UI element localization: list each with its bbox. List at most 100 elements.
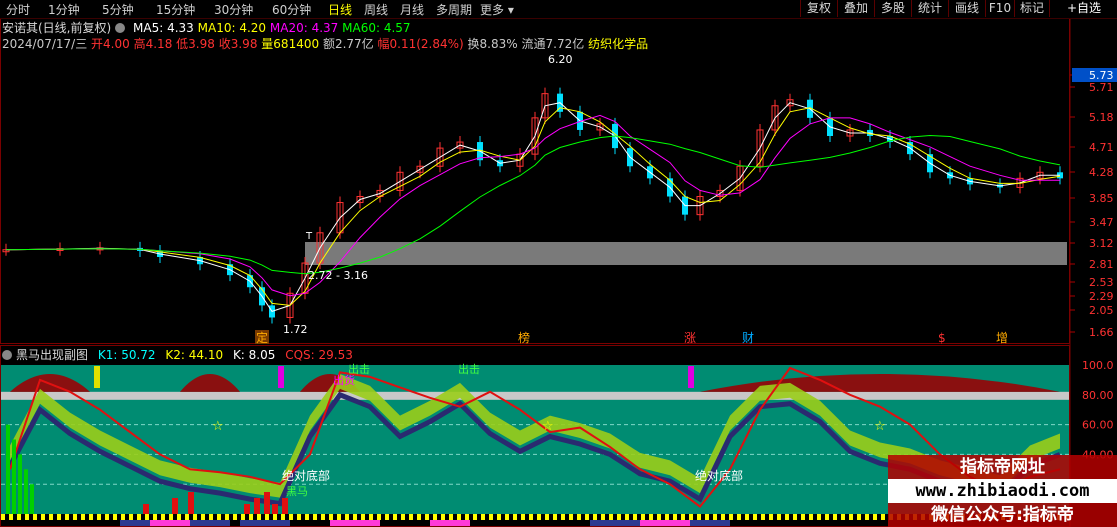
bottom-strip-cell bbox=[625, 514, 629, 520]
bottom-strip-cell bbox=[849, 514, 853, 520]
bottom-strip-cell bbox=[545, 514, 549, 520]
bottom-strip-cell bbox=[329, 514, 333, 520]
bottom-strip-cell bbox=[489, 514, 493, 520]
gear-icon[interactable] bbox=[115, 23, 126, 33]
multi-stock-button[interactable]: 多股 bbox=[874, 0, 911, 17]
tab-multi-period[interactable]: 多周期 bbox=[436, 1, 472, 18]
bottom-strip-cell bbox=[73, 514, 77, 520]
bottom-strip-cell bbox=[553, 514, 557, 520]
quote-industry: 纺织化学品 bbox=[588, 37, 649, 51]
bottom-blue-segment bbox=[190, 520, 230, 526]
bottom-strip-cell bbox=[193, 514, 197, 520]
f10-button[interactable]: F10 bbox=[985, 0, 1014, 17]
bottom-strip-cell bbox=[609, 514, 613, 520]
bottom-strip-cell bbox=[841, 514, 845, 520]
chart-canvas[interactable]: 5.735.715.184.714.283.853.473.122.812.53… bbox=[0, 0, 1117, 527]
bottom-pink-segment bbox=[330, 520, 380, 526]
tab-fenshi[interactable]: 分时 bbox=[6, 1, 30, 18]
gap-range-label: 2.72 - 3.16 bbox=[308, 269, 368, 282]
tab-1min[interactable]: 1分钟 bbox=[48, 1, 80, 18]
bottom-strip-cell bbox=[177, 514, 181, 520]
bottom-strip-cell bbox=[409, 514, 413, 520]
add-watchlist-button[interactable]: +自选 bbox=[1049, 0, 1117, 17]
bottom-strip-cell bbox=[425, 514, 429, 520]
tab-15min[interactable]: 15分钟 bbox=[156, 1, 195, 18]
gear-icon[interactable] bbox=[2, 350, 12, 360]
period-toolbar: 分时 1分钟 5分钟 15分钟 30分钟 60分钟 日线 周线 月线 多周期 更… bbox=[0, 0, 1117, 19]
bottom-strip-cell bbox=[265, 514, 269, 520]
bottom-strip-cell bbox=[433, 514, 437, 520]
overlay-button[interactable]: 叠加 bbox=[837, 0, 874, 17]
draw-line-button[interactable]: 画线 bbox=[948, 0, 985, 17]
tab-5min[interactable]: 5分钟 bbox=[102, 1, 134, 18]
tab-monthly[interactable]: 月线 bbox=[400, 1, 424, 18]
k1-value: K1: 50.72 bbox=[97, 348, 156, 362]
tab-more[interactable]: 更多 ▾ bbox=[480, 1, 514, 18]
bottom-strip-cell bbox=[217, 514, 221, 520]
tab-daily[interactable]: 日线 bbox=[328, 1, 352, 18]
event-marker: $ bbox=[938, 331, 946, 345]
bottom-strip-cell bbox=[417, 514, 421, 520]
event-marker: 财 bbox=[742, 331, 754, 345]
price-tick-label: 4.71 bbox=[1089, 141, 1114, 154]
bottom-strip-cell bbox=[505, 514, 509, 520]
bottom-strip-cell bbox=[361, 514, 365, 520]
price-tick-label: 2.05 bbox=[1089, 304, 1114, 317]
bottom-strip-cell bbox=[665, 514, 669, 520]
bottom-strip-cell bbox=[345, 514, 349, 520]
price-tick-label: 3.47 bbox=[1089, 216, 1114, 229]
price-tick-label: 5.18 bbox=[1089, 111, 1114, 124]
signal-bar bbox=[244, 504, 250, 514]
bottom-strip-cell bbox=[857, 514, 861, 520]
indicator-tick-label: 60.00 bbox=[1082, 419, 1114, 432]
green-histogram-bar bbox=[6, 424, 10, 514]
bottom-strip-cell bbox=[657, 514, 661, 520]
bottom-strip-cell bbox=[537, 514, 541, 520]
bottom-strip-cell bbox=[681, 514, 685, 520]
price-tick-label: 1.66 bbox=[1089, 326, 1114, 339]
bottom-strip-cell bbox=[377, 514, 381, 520]
high-price-label: 6.20 bbox=[548, 53, 573, 66]
star-icon: ☆ bbox=[212, 419, 224, 434]
gap-band bbox=[305, 242, 1067, 265]
bottom-strip-cell bbox=[41, 514, 45, 520]
bottom-blue-segment bbox=[590, 520, 640, 526]
attack-label: 出击 bbox=[348, 362, 370, 376]
bottom-strip-cell bbox=[585, 514, 589, 520]
magenta-marker bbox=[688, 366, 694, 388]
star-icon: ☆ bbox=[874, 419, 886, 434]
bottom-strip-cell bbox=[481, 514, 485, 520]
watermark-url[interactable]: www.zhibiaodi.com bbox=[888, 479, 1117, 503]
quote-change: 幅0.11(2.84%) bbox=[377, 37, 464, 51]
bottom-strip-cell bbox=[521, 514, 525, 520]
bottom-strip-cell bbox=[105, 514, 109, 520]
bottom-strip-cell bbox=[145, 514, 149, 520]
quote-high: 高4.18 bbox=[133, 37, 173, 51]
tab-30min[interactable]: 30分钟 bbox=[214, 1, 253, 18]
tab-60min[interactable]: 60分钟 bbox=[272, 1, 311, 18]
bottom-strip-cell bbox=[769, 514, 773, 520]
mark-button[interactable]: 标记 bbox=[1014, 0, 1049, 17]
fuquan-button[interactable]: 复权 bbox=[800, 0, 837, 17]
yellow-marker bbox=[94, 366, 100, 388]
star-icon: ☆ bbox=[542, 419, 554, 434]
bottom-strip-cell bbox=[209, 514, 213, 520]
bottom-strip-cell bbox=[225, 514, 229, 520]
sub-top-band bbox=[1, 391, 1069, 400]
bottom-strip-cell bbox=[817, 514, 821, 520]
signal-bar bbox=[272, 504, 278, 514]
green-histogram-bar bbox=[12, 439, 16, 514]
bottom-strip-cell bbox=[401, 514, 405, 520]
bottom-strip-cell bbox=[385, 514, 389, 520]
price-tick-label: 2.29 bbox=[1089, 290, 1114, 303]
bottom-strip-cell bbox=[809, 514, 813, 520]
tab-weekly[interactable]: 周线 bbox=[364, 1, 388, 18]
bottom-strip-cell bbox=[369, 514, 373, 520]
indicator-tick-label: 100.0 bbox=[1082, 359, 1114, 372]
bottom-strip-cell bbox=[873, 514, 877, 520]
bottom-strip-cell bbox=[25, 514, 29, 520]
quote-volume: 量681400 bbox=[261, 37, 320, 51]
ma60-value: MA60: 4.57 bbox=[342, 21, 411, 35]
statistics-button[interactable]: 统计 bbox=[911, 0, 948, 17]
bottom-strip-cell bbox=[289, 514, 293, 520]
